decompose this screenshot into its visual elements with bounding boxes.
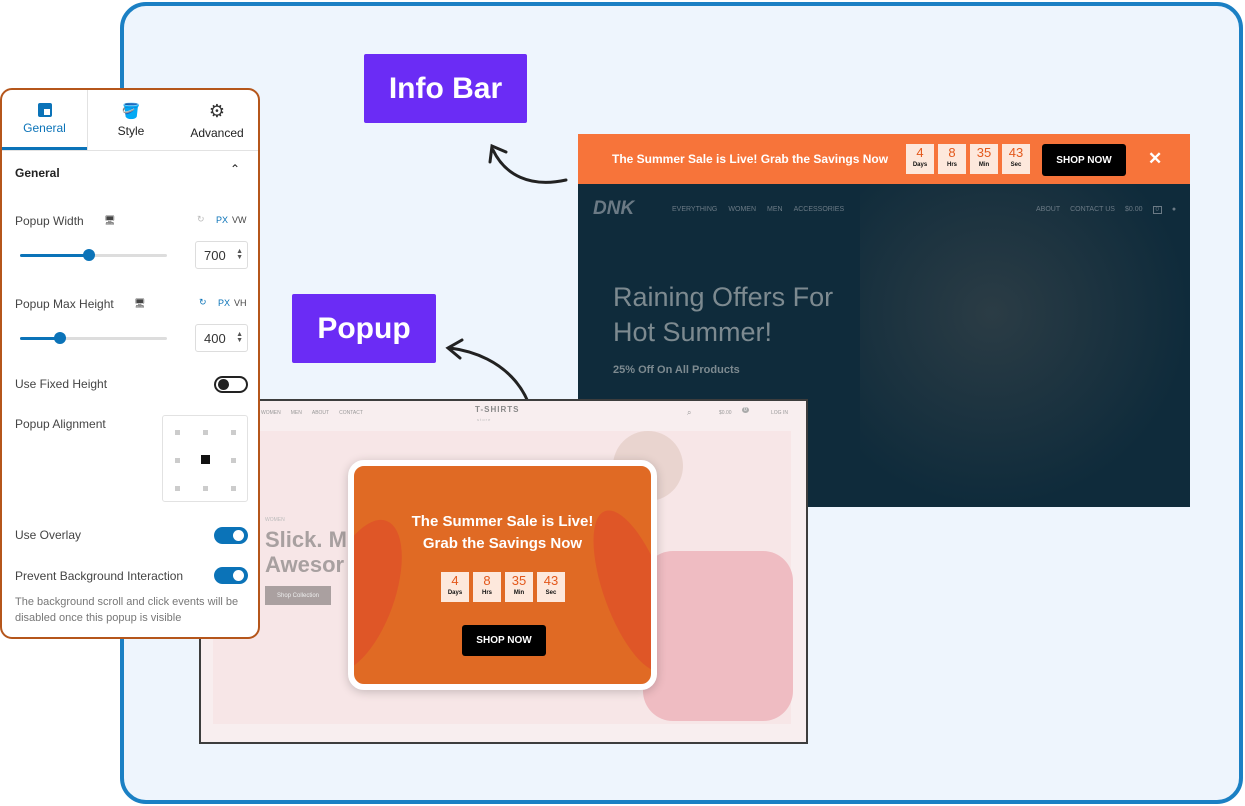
nav-item[interactable]: WOMEN: [261, 410, 281, 416]
countdown-days: 4 Days: [906, 144, 934, 174]
hero-eyebrow: WOMEN: [265, 517, 285, 523]
cart-total: $0.00: [1124, 206, 1143, 213]
alignment-label: Popup Alignment: [15, 417, 106, 431]
alignment-grid[interactable]: [162, 415, 248, 502]
unit-vw[interactable]: VW: [232, 215, 247, 225]
popup-max-height-slider[interactable]: [20, 332, 167, 344]
search-icon[interactable]: ⌕: [687, 408, 691, 418]
popup-max-height-label: Popup Max Height: [15, 297, 114, 311]
countdown-minutes: 35 Min: [970, 144, 998, 174]
nav-item[interactable]: EVERYTHING: [672, 206, 717, 213]
nav-item[interactable]: MEN: [291, 410, 302, 416]
site-logo-sub: s t o r e: [477, 417, 491, 422]
site-logo: DNK: [593, 198, 635, 219]
tab-label: Advanced: [190, 125, 244, 140]
tab-general[interactable]: General: [2, 90, 87, 150]
nav-item[interactable]: ACCESSORIES: [794, 206, 845, 213]
alignment-dots[interactable]: [163, 416, 249, 503]
reset-icon[interactable]: ↻: [199, 297, 207, 308]
countdown-days: 4 Days: [441, 572, 469, 602]
stepper-icon: ▲ ▼: [236, 331, 243, 344]
overlay-toggle[interactable]: [214, 527, 248, 544]
popup-width-input[interactable]: 700 ▲ ▼: [195, 241, 248, 269]
tab-label: General: [23, 120, 66, 135]
popup-title-line1: The Summer Sale is Live!: [411, 513, 594, 530]
popup-width-slider[interactable]: [20, 249, 167, 261]
countdown-hours: 8 Hrs: [938, 144, 966, 174]
help-text: The background scroll and click events w…: [15, 596, 239, 624]
info-bar-message: The Summer Sale is Live! Grab the Saving…: [612, 152, 889, 166]
chevron-up-icon[interactable]: ⌃: [230, 162, 240, 176]
popup-countdown: 4 Days 8 Hrs 35 Min 43 Sec: [441, 572, 565, 602]
reset-icon[interactable]: ↻: [197, 214, 205, 225]
desktop-icon[interactable]: 🖥: [104, 215, 115, 226]
site-nav-right: ABOUT CONTACT US $0.00 0 ●: [1036, 206, 1176, 214]
info-bar-shop-button[interactable]: SHOP NOW: [1042, 144, 1126, 176]
popup-title-line2: Grab the Savings Now: [422, 535, 583, 552]
countdown-minutes: 35 Min: [505, 572, 533, 602]
popup-shop-button[interactable]: SHOP NOW: [462, 625, 546, 656]
hero-title-line2: Awesor: [265, 552, 345, 577]
cart-icon[interactable]: 0: [742, 407, 749, 413]
fixed-height-label: Use Fixed Height: [15, 377, 108, 391]
stepper-icon: ▲ ▼: [236, 248, 243, 261]
tab-style[interactable]: 🪣 Style: [87, 90, 174, 150]
shop-collection-button[interactable]: Shop Collection: [265, 586, 331, 605]
info-bar-countdown: 4 Days 8 Hrs 35 Min 43 Sec: [906, 144, 1030, 174]
tab-label: Style: [117, 124, 145, 138]
nav-item[interactable]: ABOUT: [1036, 206, 1060, 214]
info-bar: The Summer Sale is Live! Grab the Saving…: [578, 134, 1190, 184]
paint-bucket-icon: 🪣: [121, 103, 141, 120]
cart-icon[interactable]: 0: [1152, 206, 1162, 214]
hero-title-line2: Hot Summer!: [613, 317, 773, 347]
site-nav: EVERYTHING WOMEN MEN ACCESSORIES: [672, 206, 844, 213]
popup-max-height-input[interactable]: 400 ▲ ▼: [195, 324, 248, 352]
gear-icon: ⚙: [208, 100, 226, 121]
unit-px[interactable]: PX: [218, 298, 230, 308]
popup-settings-panel: General 🪣 Style ⚙ Advanced General ⌃ Pop…: [0, 88, 260, 639]
section-title: General: [15, 166, 60, 180]
login-link[interactable]: LOG IN: [771, 410, 788, 416]
countdown-seconds: 43 Sec: [1002, 144, 1030, 174]
countdown-hours: 8 Hrs: [473, 572, 501, 602]
desktop-icon[interactable]: 🖥: [134, 298, 145, 309]
unit-vh[interactable]: VH: [234, 298, 247, 308]
hero-title-line1: Raining Offers For: [613, 282, 834, 312]
nav-item[interactable]: CONTACT: [339, 410, 363, 416]
countdown-seconds: 43 Sec: [537, 572, 565, 602]
cart-total: $0.00: [719, 410, 732, 416]
hero-subtitle: 25% Off On All Products: [613, 364, 740, 376]
close-icon[interactable]: ✕: [1148, 149, 1162, 169]
nav-item[interactable]: CONTACT US: [1070, 206, 1115, 214]
fixed-height-toggle[interactable]: [214, 376, 248, 393]
unit-px[interactable]: PX: [216, 215, 228, 225]
tab-advanced[interactable]: ⚙ Advanced: [174, 90, 258, 150]
site-logo: T-SHIRTS: [475, 405, 520, 414]
hero-title-line1: Slick. M: [265, 527, 347, 552]
prevent-bg-toggle[interactable]: [214, 567, 248, 584]
hero-image: [860, 184, 1190, 507]
nav-item[interactable]: ABOUT: [312, 410, 329, 416]
user-icon[interactable]: ●: [1172, 206, 1176, 214]
popup-width-label: Popup Width: [15, 214, 84, 228]
arrow-to-info-bar: [488, 143, 568, 184]
sale-popup: The Summer Sale is Live! Grab the Saving…: [348, 460, 657, 690]
nav-item[interactable]: WOMEN: [728, 206, 756, 213]
layout-icon: [37, 102, 52, 117]
nav-item[interactable]: MEN: [767, 206, 783, 213]
overlay-label: Use Overlay: [15, 528, 82, 542]
prevent-bg-label: Prevent Background Interaction: [15, 569, 184, 583]
